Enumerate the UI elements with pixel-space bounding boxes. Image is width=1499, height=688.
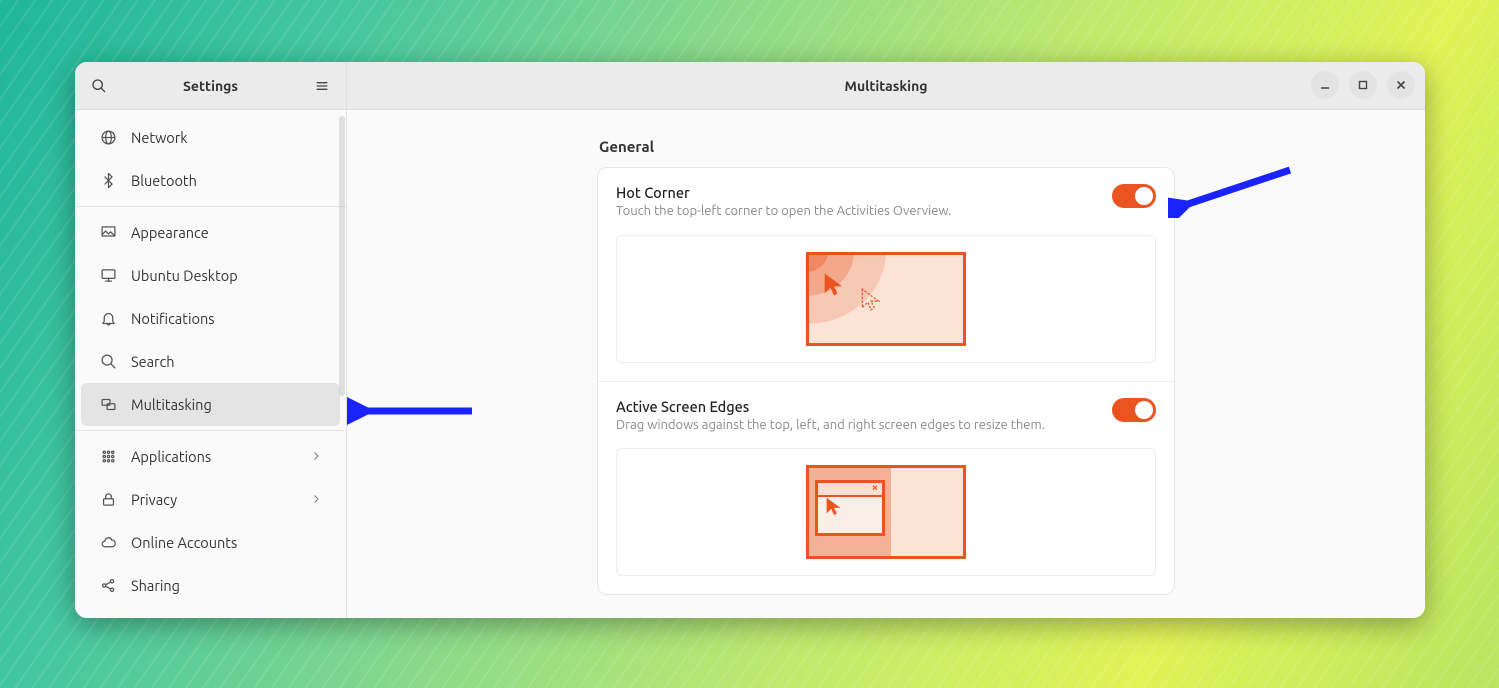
sidebar-item-label: Applications	[131, 448, 211, 465]
sidebar-item-label: Online Accounts	[131, 534, 237, 551]
sidebar-item-privacy[interactable]: Privacy	[81, 478, 340, 521]
content-area: General Hot Corner Touch the top-left co…	[347, 110, 1425, 618]
sidebar-item-search[interactable]: Search	[81, 340, 340, 383]
search-button[interactable]	[85, 72, 113, 100]
sidebar: Settings Network Bluetooth Appearance Ubunt…	[75, 62, 347, 618]
hamburger-menu-button[interactable]	[308, 72, 336, 100]
sidebar-item-label: Privacy	[131, 491, 177, 508]
hot-corner-toggle[interactable]	[1112, 184, 1156, 208]
sidebar-item-label: Ubuntu Desktop	[131, 267, 238, 284]
sidebar-title: Settings	[113, 78, 308, 94]
share-icon	[100, 577, 117, 594]
sidebar-item-appearance[interactable]: Appearance	[81, 211, 340, 254]
sidebar-item-notifications[interactable]: Notifications	[81, 297, 340, 340]
sidebar-item-label: Network	[131, 129, 188, 146]
maximize-icon	[1358, 80, 1368, 90]
sidebar-item-sharing[interactable]: Sharing	[81, 564, 340, 607]
window-controls	[1311, 71, 1415, 99]
desktop-icon-wrap	[99, 267, 117, 285]
sidebar-nav: Network Bluetooth Appearance Ubuntu Desktop…	[75, 110, 346, 618]
sidebar-item-label: Notifications	[131, 310, 215, 327]
section-title-general: General	[599, 138, 1175, 155]
globe-icon	[100, 129, 117, 146]
page-title: Multitasking	[844, 78, 927, 94]
minimize-icon	[1320, 80, 1330, 90]
cursor-solid-icon	[820, 270, 848, 298]
search-icon-wrap	[99, 353, 117, 371]
sidebar-header: Settings	[75, 62, 346, 110]
desktop-icon	[100, 267, 117, 284]
hot-corner-illustration	[806, 252, 966, 346]
close-button[interactable]	[1387, 71, 1415, 99]
hamburger-icon	[314, 78, 330, 94]
minimize-button[interactable]	[1311, 71, 1339, 99]
apps-icon	[100, 448, 117, 465]
sidebar-scrollbar[interactable]	[339, 116, 345, 396]
screen-edges-illustration-frame: ×	[616, 448, 1156, 576]
chevron-right-icon	[310, 491, 322, 508]
screen-edges-subtitle: Drag windows against the top, left, and …	[616, 417, 1112, 435]
screen-edges-illustration: ×	[806, 465, 966, 559]
bell-icon-wrap	[99, 310, 117, 328]
general-card-group: Hot Corner Touch the top-left corner to …	[597, 167, 1175, 595]
main-panel: Multitasking General	[347, 62, 1425, 618]
share-icon-wrap	[99, 577, 117, 595]
multitask-icon	[100, 396, 117, 413]
sidebar-item-label: Appearance	[131, 224, 209, 241]
cursor-outline-icon	[858, 286, 884, 312]
hot-corner-card: Hot Corner Touch the top-left corner to …	[598, 168, 1174, 382]
appearance-icon	[100, 224, 117, 241]
cloud-icon	[100, 534, 117, 551]
globe-icon-wrap	[99, 129, 117, 147]
close-icon	[1396, 80, 1406, 90]
cursor-solid-icon	[823, 495, 845, 517]
bluetooth-icon-wrap	[99, 172, 117, 190]
main-header: Multitasking	[347, 62, 1425, 110]
sidebar-item-label: Bluetooth	[131, 172, 197, 189]
apps-icon-wrap	[99, 448, 117, 466]
cloud-icon-wrap	[99, 534, 117, 552]
hot-corner-subtitle: Touch the top-left corner to open the Ac…	[616, 203, 1112, 221]
sidebar-item-network[interactable]: Network	[81, 116, 340, 159]
bluetooth-icon	[100, 172, 117, 189]
nav-separator	[75, 430, 346, 431]
settings-window: Settings Network Bluetooth Appearance Ubunt…	[75, 62, 1425, 618]
lock-icon-wrap	[99, 491, 117, 509]
appearance-icon-wrap	[99, 224, 117, 242]
sidebar-item-online-accounts[interactable]: Online Accounts	[81, 521, 340, 564]
screen-edges-title: Active Screen Edges	[616, 398, 1112, 415]
search-icon	[91, 78, 107, 94]
sidebar-item-bluetooth[interactable]: Bluetooth	[81, 159, 340, 202]
sidebar-item-multitasking[interactable]: Multitasking	[81, 383, 340, 426]
screen-edges-toggle[interactable]	[1112, 398, 1156, 422]
sidebar-item-applications[interactable]: Applications	[81, 435, 340, 478]
screen-edges-card: Active Screen Edges Drag windows against…	[598, 382, 1174, 595]
bell-icon	[100, 310, 117, 327]
sidebar-item-label: Multitasking	[131, 396, 212, 413]
sidebar-item-ubuntu-desktop[interactable]: Ubuntu Desktop	[81, 254, 340, 297]
nav-separator	[75, 206, 346, 207]
sidebar-item-label: Search	[131, 353, 175, 370]
lock-icon	[100, 491, 117, 508]
hot-corner-illustration-frame	[616, 235, 1156, 363]
search-icon	[100, 353, 117, 370]
chevron-right-icon	[310, 448, 322, 465]
sidebar-item-label: Sharing	[131, 577, 180, 594]
multitask-icon-wrap	[99, 396, 117, 414]
hot-corner-title: Hot Corner	[616, 184, 1112, 201]
maximize-button[interactable]	[1349, 71, 1377, 99]
